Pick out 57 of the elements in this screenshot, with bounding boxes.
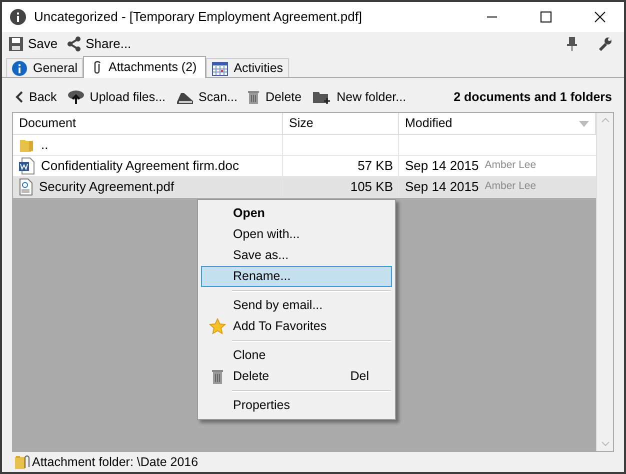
close-icon[interactable] xyxy=(594,11,606,23)
folder-clip-icon xyxy=(14,454,30,470)
star-icon xyxy=(209,318,226,335)
menu-item[interactable]: Open with... xyxy=(201,224,392,245)
info-icon xyxy=(12,60,27,76)
activities-tab[interactable]: Activities xyxy=(206,58,290,77)
menu-item[interactable]: Properties xyxy=(201,395,392,416)
column-header-label: Document xyxy=(19,115,76,132)
item-count: 2 documents and 1 folders xyxy=(454,88,612,106)
menu-item[interactable]: Send by email... xyxy=(201,295,392,316)
file-name: .. xyxy=(41,136,48,154)
trash-icon xyxy=(211,368,224,385)
file-size: 57 KB xyxy=(358,157,393,176)
author-name: Amber Lee xyxy=(484,158,536,174)
author-name: Amber Lee xyxy=(484,179,536,194)
general-tab[interactable]: General xyxy=(6,58,84,77)
folder-icon xyxy=(19,137,35,153)
save-button[interactable]: Save xyxy=(6,34,60,54)
sort-arrow-icon xyxy=(579,120,589,126)
pin-icon[interactable] xyxy=(566,36,578,52)
column-header-label: Size xyxy=(289,115,314,132)
modified-date: Sep 14 2015 xyxy=(405,178,479,196)
upload-files-button[interactable]: Upload files... xyxy=(66,88,166,106)
wrench-icon[interactable] xyxy=(598,37,612,51)
menu-item[interactable]: Open xyxy=(201,203,392,224)
file-size: 105 KB xyxy=(350,178,393,196)
back-button[interactable]: Back xyxy=(14,88,57,106)
paperclip-icon xyxy=(92,60,102,75)
cloud-upload-icon xyxy=(66,89,85,105)
pdf-document-icon xyxy=(19,178,33,196)
delete-button[interactable]: Delete xyxy=(247,88,302,106)
file-name: Confidentiality Agreement firm.doc xyxy=(41,157,239,176)
menu-item[interactable]: Rename... xyxy=(201,266,392,287)
menu-item[interactable]: Delete Del xyxy=(201,366,392,387)
new-folder-button[interactable]: New folder... xyxy=(312,88,406,106)
new-folder-icon xyxy=(312,90,332,104)
window-title: Uncategorized - [Temporary Employment Agreement.pdf] xyxy=(34,8,362,26)
back-icon xyxy=(14,90,24,104)
column-header[interactable]: Size xyxy=(283,113,399,134)
word-document-icon xyxy=(19,157,35,175)
file-name: Security Agreement.pdf xyxy=(39,178,174,196)
share-button[interactable]: Share... xyxy=(64,34,134,54)
menu-item[interactable]: Add To Favorites xyxy=(201,316,392,337)
calendar-icon xyxy=(212,60,228,76)
menu-item[interactable]: Save as... xyxy=(201,245,392,266)
modified-date: Sep 14 2015 xyxy=(405,157,479,176)
scan-button[interactable]: Scan... xyxy=(176,88,238,106)
attachments-tab[interactable]: Attachments (2) xyxy=(83,56,206,78)
status-text: Attachment folder: \Date 2016 xyxy=(32,454,198,471)
share-icon xyxy=(66,36,82,52)
trash-icon xyxy=(247,89,260,105)
info-icon xyxy=(10,9,26,25)
maximize-icon[interactable] xyxy=(540,11,552,23)
table-row[interactable]: Security Agreement.pdf 105 KB Sep 14 2015 Amber Lee xyxy=(13,177,596,198)
column-header[interactable]: Document xyxy=(13,113,283,134)
column-header-label: Modified xyxy=(405,115,452,132)
menu-item[interactable]: Clone xyxy=(201,345,392,366)
